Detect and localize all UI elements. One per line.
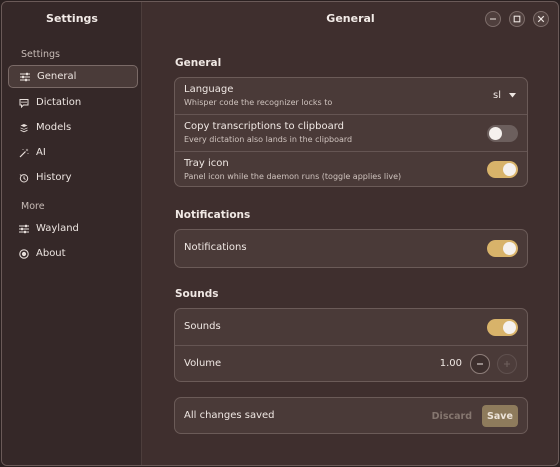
save-button[interactable]: Save [482, 405, 518, 427]
copy-clipboard-subtitle: Every dictation also lands in the clipbo… [184, 135, 353, 144]
toggle-knob [503, 321, 516, 334]
general-card: Language Whisper code the recognizer loc… [174, 77, 528, 187]
sidebar-item-label: AI [36, 147, 46, 158]
copy-clipboard-label: Copy transcriptions to clipboard [184, 121, 345, 132]
sidebar-item-dictation[interactable]: Dictation [8, 91, 138, 114]
notifications-group-title: Notifications [175, 209, 251, 221]
language-row: Language Whisper code the recognizer loc… [175, 78, 527, 115]
copy-clipboard-toggle[interactable] [487, 125, 518, 142]
language-subtitle: Whisper code the recognizer locks to [184, 98, 333, 107]
save-status-row: All changes saved Discard Save [175, 398, 527, 433]
sidebar-item-label: Models [36, 122, 72, 133]
sliders-icon [20, 72, 30, 82]
sidebar-item-label: General [37, 71, 77, 82]
copy-clipboard-row: Copy transcriptions to clipboard Every d… [175, 115, 527, 152]
sidebar-item-general[interactable]: General [8, 65, 138, 88]
volume-increase-button[interactable] [497, 354, 517, 374]
main-panel: General General Language Whisper code th… [143, 2, 558, 465]
plus-icon [504, 361, 510, 367]
chevron-down-icon [509, 93, 516, 98]
sidebar-item-wayland[interactable]: Wayland [8, 217, 138, 240]
settings-window: Settings Settings General Dictation Mode… [1, 1, 559, 466]
language-label: Language [184, 84, 234, 95]
sidebar-item-label: History [36, 172, 72, 183]
sidebar: Settings Settings General Dictation Mode… [2, 2, 142, 465]
toggle-knob [489, 127, 502, 140]
volume-label: Volume [184, 358, 222, 369]
layers-icon [19, 123, 29, 133]
sidebar-item-models[interactable]: Models [8, 116, 138, 139]
tray-icon-label: Tray icon [184, 158, 229, 169]
sidebar-section-more: More [21, 201, 45, 212]
sidebar-section-settings: Settings [21, 49, 60, 60]
toggle-knob [503, 242, 516, 255]
notifications-card: Notifications [174, 229, 528, 268]
sidebar-title: Settings [46, 12, 98, 25]
speech-bubble-icon [19, 98, 29, 108]
volume-decrease-button[interactable] [470, 354, 490, 374]
sounds-toggle[interactable] [487, 319, 518, 336]
language-value: sl [493, 90, 501, 101]
magic-wand-icon [19, 148, 29, 158]
sliders-icon [19, 224, 29, 234]
sidebar-item-ai[interactable]: AI [8, 141, 138, 164]
save-status-bar: All changes saved Discard Save [174, 397, 528, 434]
sidebar-item-about[interactable]: About [8, 242, 138, 265]
sidebar-item-label: Dictation [36, 97, 82, 108]
language-dropdown[interactable]: sl [493, 90, 516, 101]
tray-icon-subtitle: Panel icon while the daemon runs (toggle… [184, 172, 402, 181]
sidebar-item-history[interactable]: History [8, 166, 138, 189]
info-circle-icon [19, 248, 29, 259]
save-status-text: All changes saved [184, 410, 275, 421]
close-button[interactable] [533, 11, 549, 27]
tray-icon-toggle[interactable] [487, 161, 518, 178]
maximize-icon [513, 15, 521, 23]
sidebar-item-label: Wayland [36, 223, 79, 234]
minus-icon [477, 363, 483, 365]
discard-button[interactable]: Discard [432, 411, 472, 422]
volume-value: 1.00 [439, 358, 462, 369]
sounds-group-title: Sounds [175, 288, 219, 300]
history-clock-icon [19, 173, 29, 183]
minimize-button[interactable] [485, 11, 501, 27]
minimize-icon [490, 18, 496, 20]
close-icon [537, 15, 545, 23]
notifications-toggle[interactable] [487, 240, 518, 257]
sounds-card: Sounds Volume 1.00 [174, 308, 528, 382]
general-group-title: General [175, 57, 222, 69]
maximize-button[interactable] [509, 11, 525, 27]
notifications-label: Notifications [184, 242, 247, 253]
notifications-row: Notifications [175, 230, 527, 267]
sounds-row: Sounds [175, 309, 527, 346]
volume-row: Volume 1.00 [175, 346, 527, 381]
toggle-knob [503, 163, 516, 176]
sounds-label: Sounds [184, 321, 221, 332]
sidebar-item-label: About [36, 248, 66, 259]
tray-icon-row: Tray icon Panel icon while the daemon ru… [175, 152, 527, 186]
